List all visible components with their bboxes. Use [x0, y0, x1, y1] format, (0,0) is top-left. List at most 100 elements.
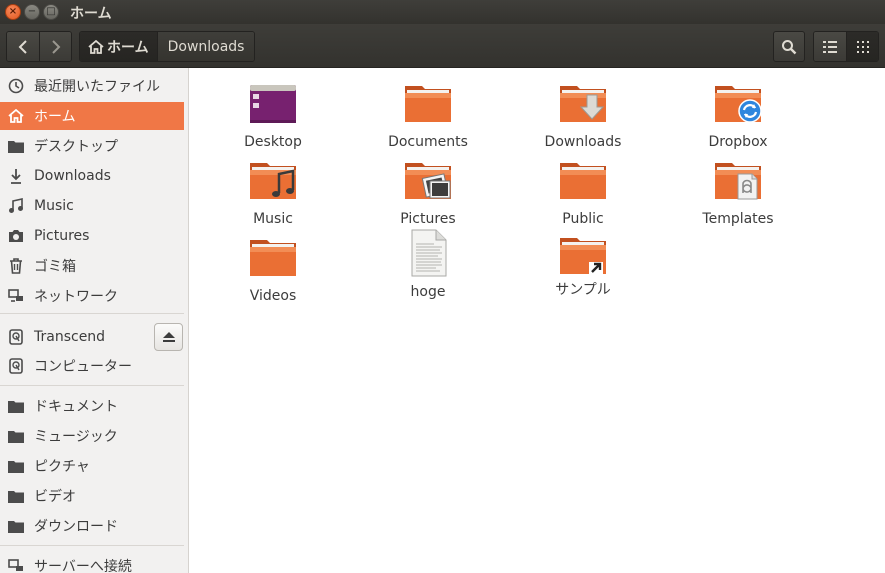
- file-item-downloads[interactable]: Downloads: [518, 82, 648, 154]
- folder-icon: [404, 82, 452, 130]
- file-item-label: Templates: [702, 211, 774, 227]
- camera-icon: [7, 227, 25, 245]
- folder-templates-icon: [714, 159, 762, 207]
- folder-pictures-icon: [404, 159, 452, 207]
- forward-button[interactable]: [39, 32, 71, 61]
- file-item-documents[interactable]: Documents: [363, 82, 493, 154]
- sidebar-item-pictures-folder[interactable]: ピクチャ: [0, 452, 184, 480]
- sidebar-item-label: Music: [34, 198, 74, 214]
- sidebar-item-connect-server[interactable]: サーバーへ接続: [0, 552, 184, 573]
- toolbar: ホーム Downloads: [0, 24, 885, 68]
- sidebar-item-label: ピクチャ: [34, 459, 90, 475]
- sidebar-item-pictures[interactable]: Pictures: [0, 222, 184, 250]
- file-item-label: Dropbox: [708, 134, 768, 150]
- sidebar-item-label: Transcend: [34, 329, 106, 345]
- file-item-desktop[interactable]: Desktop: [208, 82, 338, 154]
- sidebar-item-label: ネットワーク: [34, 289, 118, 305]
- breadcrumb: ホーム Downloads: [79, 31, 256, 62]
- breadcrumb-downloads[interactable]: Downloads: [156, 32, 255, 61]
- file-item-hoge[interactable]: hoge: [363, 229, 493, 301]
- navigation-buttons: [6, 31, 72, 62]
- sidebar-item-label: ホーム: [34, 109, 76, 125]
- window-title: ホーム: [70, 6, 112, 22]
- sidebar-item-transcend[interactable]: Transcend: [0, 323, 150, 351]
- file-item-videos[interactable]: Videos: [208, 236, 338, 308]
- network-icon: [7, 287, 25, 305]
- file-item-sample[interactable]: サンプル: [518, 236, 648, 308]
- file-item-pictures[interactable]: Pictures: [363, 159, 493, 231]
- sidebar-item-label: ドキュメント: [34, 399, 118, 415]
- eject-button[interactable]: [154, 323, 183, 351]
- sidebar-item-recent[interactable]: 最近開いたファイル: [0, 72, 184, 100]
- sidebar-item-label: ビデオ: [34, 489, 76, 505]
- sidebar-scrollbar[interactable]: [184, 68, 188, 573]
- folder-icon: [7, 517, 25, 535]
- sidebar-item-music[interactable]: Music: [0, 192, 184, 220]
- breadcrumb-home[interactable]: ホーム: [80, 32, 157, 61]
- drive-icon: [7, 357, 25, 375]
- sidebar-item-downloads-folder[interactable]: ダウンロード: [0, 512, 184, 540]
- sidebar-item-music-folder[interactable]: ミュージック: [0, 422, 184, 450]
- breadcrumb-home-label: ホーム: [107, 39, 149, 56]
- folder-icon: [7, 397, 25, 415]
- back-button[interactable]: [7, 32, 39, 61]
- folder-link-icon: [559, 236, 607, 278]
- grid-view-button[interactable]: [846, 32, 878, 61]
- drive-icon: [7, 328, 25, 346]
- folder-icon: [7, 427, 25, 445]
- sidebar-item-downloads[interactable]: Downloads: [0, 162, 184, 190]
- file-item-label: hoge: [410, 284, 446, 300]
- file-item-label: Music: [253, 211, 293, 227]
- sidebar-separator: [0, 313, 184, 314]
- eject-icon: [162, 332, 175, 342]
- maximize-window-button[interactable]: □: [43, 4, 59, 20]
- search-button[interactable]: [773, 31, 805, 62]
- file-item-label: Documents: [388, 134, 468, 150]
- folder-icon: [249, 236, 297, 284]
- file-item-label: Public: [562, 211, 604, 227]
- trash-icon: [7, 257, 25, 275]
- sidebar-separator: [0, 385, 184, 386]
- sidebar-item-home[interactable]: ホーム: [0, 102, 184, 130]
- sidebar-item-label: ダウンロード: [34, 519, 118, 535]
- file-item-label: Videos: [249, 288, 297, 304]
- minimize-window-button[interactable]: −: [24, 4, 40, 20]
- folder-icon: [7, 457, 25, 475]
- chevron-right-icon: [51, 39, 60, 54]
- sidebar-item-label: デスクトップ: [34, 139, 118, 155]
- sidebar-item-label: コンピューター: [34, 359, 132, 375]
- clock-icon: [7, 77, 25, 95]
- sidebar-item-network[interactable]: ネットワーク: [0, 282, 184, 310]
- home-icon: [7, 107, 25, 125]
- sidebar-item-label: サーバーへ接続: [34, 559, 132, 573]
- text-file-icon: [404, 229, 452, 284]
- folder-icon: [7, 137, 25, 155]
- close-window-button[interactable]: ×: [5, 4, 21, 20]
- chevron-left-icon: [18, 39, 27, 54]
- file-item-public[interactable]: Public: [518, 159, 648, 231]
- sidebar-item-label: ミュージック: [34, 429, 118, 445]
- sidebar-item-desktop[interactable]: デスクトップ: [0, 132, 184, 160]
- folder-icon: [559, 159, 607, 207]
- file-item-music[interactable]: Music: [208, 159, 338, 231]
- title-bar: × − □ ホーム: [0, 0, 885, 24]
- list-view-button[interactable]: [814, 32, 846, 61]
- sidebar-item-label: Pictures: [34, 228, 90, 244]
- file-item-label: Desktop: [244, 134, 302, 150]
- sidebar-item-documents[interactable]: ドキュメント: [0, 392, 184, 420]
- server-icon: [7, 557, 25, 573]
- sidebar-item-label: 最近開いたファイル: [34, 79, 160, 95]
- breadcrumb-downloads-label: Downloads: [167, 38, 245, 55]
- sidebar-item-computer[interactable]: コンピューター: [0, 352, 184, 380]
- sidebar-item-videos-folder[interactable]: ビデオ: [0, 482, 184, 510]
- file-item-dropbox[interactable]: Dropbox: [673, 82, 803, 154]
- file-item-label: Downloads: [544, 134, 622, 150]
- sidebar-item-label: ゴミ箱: [34, 259, 76, 275]
- folder-music-icon: [249, 159, 297, 207]
- sidebar-item-trash[interactable]: ゴミ箱: [0, 252, 184, 280]
- file-item-templates[interactable]: Templates: [673, 159, 803, 231]
- music-icon: [7, 197, 25, 215]
- search-icon: [782, 39, 797, 54]
- list-view-icon: [823, 40, 837, 53]
- download-icon: [7, 167, 25, 185]
